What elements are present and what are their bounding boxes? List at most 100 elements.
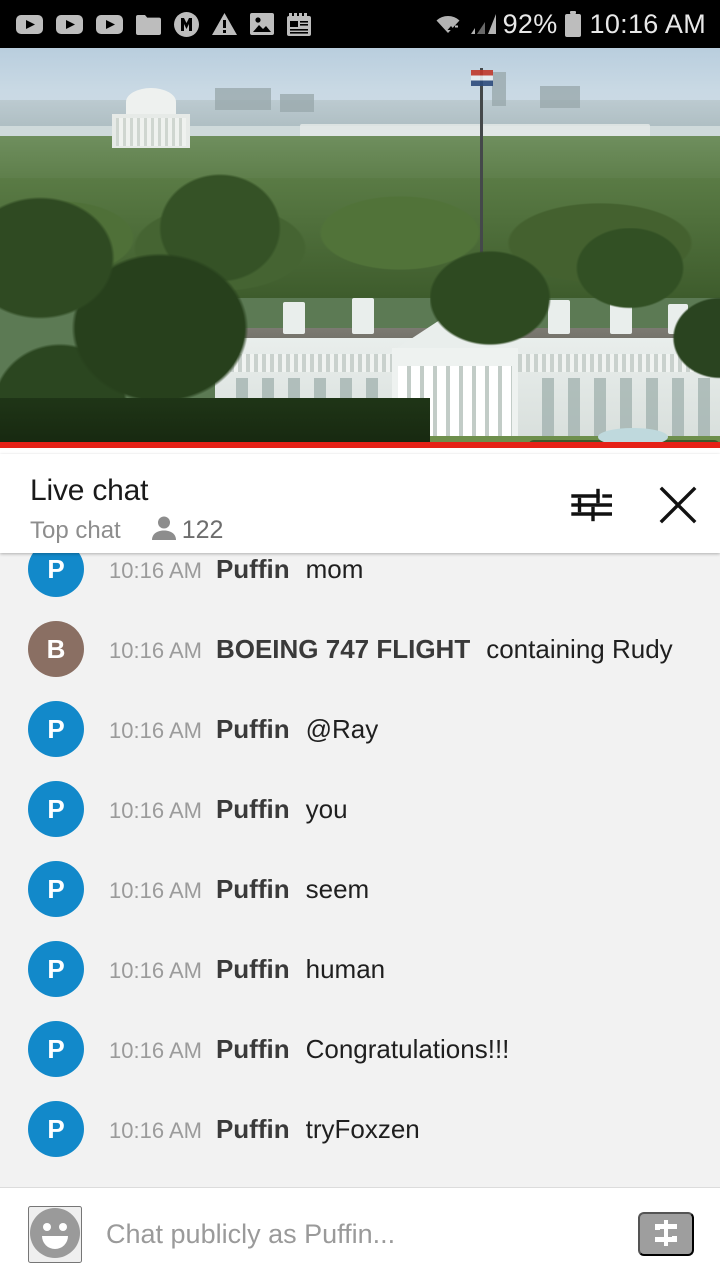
avatar-letter: P — [47, 793, 65, 824]
message-author[interactable]: BOEING 747 FLIGHT — [216, 634, 470, 665]
youtube-play-icon — [16, 14, 43, 34]
chat-message-row[interactable]: P 10:16 AM Puffin tryFoxzen — [0, 1089, 720, 1169]
avatar[interactable]: P — [28, 861, 84, 917]
avatar-letter: P — [47, 873, 65, 904]
image-icon — [250, 13, 274, 35]
chat-header: Live chat Top chat 122 — [0, 454, 720, 553]
chat-message-body: 10:16 AM Puffin you — [109, 794, 348, 825]
super-chat-button[interactable] — [638, 1212, 694, 1256]
message-text: containing Rudy — [486, 633, 673, 664]
chat-message-body: 10:16 AM Puffin mom — [109, 554, 363, 585]
chat-message-scroll: P 10:16 AM Puffin mom B 10:16 AM BOEING … — [0, 553, 720, 1169]
message-timestamp: 10:16 AM — [109, 1117, 202, 1143]
message-author[interactable]: Puffin — [216, 714, 290, 745]
chat-mode-label[interactable]: Top chat — [30, 517, 121, 545]
chat-message-row[interactable]: P 10:16 AM Puffin seem — [0, 849, 720, 929]
message-author[interactable]: Puffin — [216, 954, 290, 985]
avatar[interactable]: B — [28, 621, 84, 677]
message-text: human — [305, 953, 386, 984]
chat-title: Live chat — [30, 474, 149, 507]
chat-message-row[interactable]: P 10:16 AM Puffin you — [0, 769, 720, 849]
chat-header-actions — [566, 472, 702, 530]
message-author[interactable]: Puffin — [216, 554, 290, 585]
message-author[interactable]: Puffin — [216, 1034, 290, 1065]
chat-message-row[interactable]: P 10:16 AM Puffin Congratulations!!! — [0, 1009, 720, 1089]
message-timestamp: 10:16 AM — [109, 717, 202, 743]
avatar-letter: P — [47, 953, 65, 984]
avatar[interactable]: P — [28, 781, 84, 837]
avatar[interactable]: P — [28, 1021, 84, 1077]
message-text: @Ray — [305, 713, 379, 744]
avatar[interactable]: P — [28, 941, 84, 997]
avatar-letter: P — [47, 713, 65, 744]
youtube-play-icon — [56, 14, 83, 34]
avatar[interactable]: P — [28, 1101, 84, 1157]
battery-percent-label: 92% — [502, 8, 558, 39]
message-author[interactable]: Puffin — [216, 794, 290, 825]
chat-message-body: 10:16 AM BOEING 747 FLIGHT containing Ru… — [109, 634, 673, 665]
message-text: mom — [305, 553, 364, 584]
notification-icons — [16, 11, 311, 37]
news-note-icon — [287, 12, 311, 36]
message-timestamp: 10:16 AM — [109, 637, 202, 663]
message-author[interactable]: Puffin — [216, 1114, 290, 1145]
message-timestamp: 10:16 AM — [109, 797, 202, 823]
chat-message-list[interactable]: P 10:16 AM Puffin mom B 10:16 AM BOEING … — [0, 553, 720, 1187]
chat-input-bar: Chat publicly as Puffin... — [0, 1187, 720, 1280]
avatar[interactable]: P — [28, 553, 84, 597]
battery-icon — [564, 11, 581, 37]
chat-header-titles: Live chat Top chat 122 — [30, 472, 566, 546]
chat-message-body: 10:16 AM Puffin Congratulations!!! — [109, 1034, 509, 1065]
chat-message-body: 10:16 AM Puffin human — [109, 954, 385, 985]
wifi-icon — [434, 12, 464, 36]
message-timestamp: 10:16 AM — [109, 877, 202, 903]
emoji-smiley-icon — [30, 1207, 80, 1261]
video-player[interactable] — [0, 48, 720, 448]
avatar-letter: B — [46, 633, 66, 664]
folder-icon — [136, 14, 161, 35]
message-text: tryFoxzen — [305, 1113, 420, 1144]
message-timestamp: 10:16 AM — [109, 557, 202, 583]
chat-message-row[interactable]: P 10:16 AM Puffin @Ray — [0, 689, 720, 769]
chat-message-input[interactable]: Chat publicly as Puffin... — [106, 1219, 638, 1250]
video-progress-bar[interactable] — [0, 442, 720, 448]
avatar-letter: P — [47, 553, 65, 584]
warning-triangle-icon — [212, 13, 237, 35]
message-author[interactable]: Puffin — [216, 874, 290, 905]
cellular-signal-icon — [470, 12, 496, 36]
message-timestamp: 10:16 AM — [109, 1037, 202, 1063]
avatar-letter: P — [47, 1113, 65, 1144]
chat-message-row[interactable]: P 10:16 AM Puffin mom — [0, 553, 720, 609]
video-progress-played — [0, 442, 720, 448]
message-timestamp: 10:16 AM — [109, 957, 202, 983]
chat-message-body: 10:16 AM Puffin tryFoxzen — [109, 1114, 420, 1145]
tune-filter-button[interactable] — [566, 482, 614, 530]
emoji-picker-button[interactable] — [28, 1205, 82, 1263]
chat-subtitle-row: Top chat 122 — [30, 515, 566, 546]
system-status-icons: 92% 10:16 AM — [434, 9, 706, 40]
chat-message-row[interactable]: B 10:16 AM BOEING 747 FLIGHT containing … — [0, 609, 720, 689]
close-icon — [656, 483, 700, 530]
chat-message-body: 10:16 AM Puffin seem — [109, 874, 369, 905]
live-chat-panel: Live chat Top chat 122 P 10:16 AM Puffin… — [0, 454, 720, 1280]
status-bar-clock: 10:16 AM — [589, 8, 706, 39]
message-text: you — [305, 793, 348, 824]
close-chat-button[interactable] — [654, 482, 702, 530]
tune-filter-icon — [568, 483, 613, 530]
m-circle-icon — [174, 11, 199, 37]
jefferson-memorial — [108, 88, 194, 150]
viewer-count: 122 — [151, 515, 224, 546]
viewer-count-label: 122 — [181, 516, 224, 544]
avatar[interactable]: P — [28, 701, 84, 757]
message-text: seem — [305, 873, 370, 904]
youtube-play-icon — [96, 14, 123, 34]
message-text: Congratulations!!! — [305, 1033, 510, 1064]
app-screen: 92% 10:16 AM Live chat Top chat 122 P 10… — [0, 0, 720, 1280]
chat-message-body: 10:16 AM Puffin @Ray — [109, 714, 378, 745]
dollar-banknote-icon — [651, 1218, 681, 1251]
avatar-letter: P — [47, 1033, 65, 1064]
video-frame — [0, 48, 720, 448]
chat-message-row[interactable]: P 10:16 AM Puffin human — [0, 929, 720, 1009]
person-icon — [151, 515, 176, 546]
status-bar: 92% 10:16 AM — [0, 0, 720, 48]
